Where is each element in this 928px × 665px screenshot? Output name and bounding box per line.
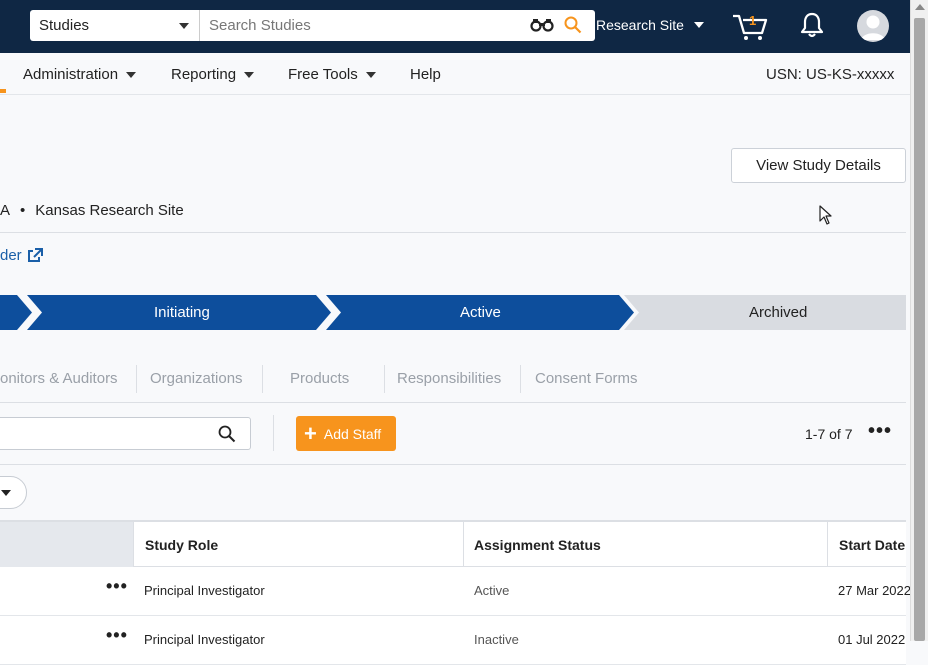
view-study-details-button[interactable]: View Study Details: [731, 148, 906, 183]
add-staff-label: Add Staff: [323, 425, 382, 442]
search-icon[interactable]: [218, 425, 236, 443]
chevron-down-icon: [1, 490, 11, 496]
stage-initiating: Initiating: [154, 304, 210, 321]
nav-item-label: Reporting: [171, 66, 237, 83]
chevron-down-icon: [126, 71, 137, 78]
table-header: Study Role Assignment Status Start Date: [0, 520, 906, 567]
nav-item-help[interactable]: Help: [410, 66, 441, 83]
cell-assignment-status: Active: [474, 583, 510, 598]
staff-filter-input[interactable]: [0, 417, 251, 450]
chevron-down-icon: [693, 22, 704, 28]
binoculars-icon[interactable]: [530, 18, 554, 32]
chevron-down-icon: [365, 71, 376, 78]
separator-dot: •: [20, 202, 26, 219]
column-header-start-date[interactable]: Start Date: [839, 537, 905, 553]
table-header-cell: [0, 522, 133, 567]
tab-consent-forms[interactable]: Consent Forms: [535, 370, 638, 387]
tab-divider: [384, 365, 385, 393]
nav-item-label: Help: [410, 66, 441, 83]
site-selector-label: Research Site: [596, 17, 684, 33]
main-nav: Administration Reporting Free Tools Help…: [0, 53, 910, 95]
bell-icon[interactable]: [800, 12, 824, 38]
cell-start-date: 27 Mar 2022: [838, 583, 911, 598]
divider: [0, 402, 906, 403]
nav-item-free-tools[interactable]: Free Tools: [288, 66, 376, 83]
more-options-icon[interactable]: •••: [868, 421, 892, 441]
cell-study-role: Principal Investigator: [144, 583, 265, 598]
nav-item-administration[interactable]: Administration: [23, 66, 137, 83]
external-link-label: der: [0, 247, 22, 264]
top-bar: Studies Research Site 1: [0, 0, 910, 53]
tab-monitors-auditors[interactable]: onitors & Auditors: [0, 370, 118, 387]
divider: [0, 464, 906, 465]
scrollbar-thumb[interactable]: [914, 18, 925, 641]
search-scope-dropdown[interactable]: Studies: [30, 10, 200, 41]
column-header-assignment-status[interactable]: Assignment Status: [474, 537, 601, 553]
row-actions-icon[interactable]: •••: [106, 577, 128, 595]
tab-divider: [520, 365, 521, 393]
search-icon[interactable]: [564, 16, 582, 34]
study-tabs: onitors & Auditors Organizations Product…: [0, 362, 906, 402]
global-search: Studies: [30, 10, 595, 41]
table-row[interactable]: ••• Principal Investigator Active 27 Mar…: [0, 567, 911, 616]
mouse-cursor-icon: [819, 205, 832, 225]
study-site-prefix: A: [0, 202, 11, 219]
site-selector[interactable]: Research Site: [596, 17, 704, 33]
user-icon: [861, 15, 885, 40]
stage-active: Active: [460, 304, 501, 321]
tab-divider: [136, 365, 137, 393]
cell-assignment-status: Inactive: [474, 632, 519, 647]
nav-item-reporting[interactable]: Reporting: [171, 66, 255, 83]
stage-segment-previous: [0, 295, 32, 330]
pagination-count: 1-7 of 7: [805, 426, 853, 442]
plus-icon: +: [304, 420, 317, 446]
nav-item-label: Free Tools: [288, 66, 358, 83]
stage-archived: Archived: [749, 304, 808, 321]
study-site-line: A • Kansas Research Site: [0, 202, 184, 219]
scroll-up-arrow-icon[interactable]: [915, 4, 925, 10]
avatar[interactable]: [857, 10, 889, 42]
nav-item-label: Administration: [23, 66, 119, 83]
filter-dropdown[interactable]: [0, 476, 27, 509]
cell-study-role: Principal Investigator: [144, 632, 265, 647]
tab-responsibilities[interactable]: Responsibilities: [397, 370, 501, 387]
search-scope-label: Studies: [39, 17, 90, 34]
add-staff-button[interactable]: + Add Staff: [296, 416, 396, 451]
tab-organizations[interactable]: Organizations: [150, 370, 243, 387]
study-site-name: Kansas Research Site: [35, 202, 184, 219]
column-divider: [827, 522, 828, 567]
chevron-down-icon: [244, 71, 255, 78]
active-nav-indicator: [0, 89, 6, 93]
cart-count-badge: 1: [749, 13, 757, 28]
column-divider: [463, 522, 464, 567]
external-link-icon: [27, 248, 43, 262]
chevron-down-icon: [179, 23, 189, 29]
vertical-scrollbar[interactable]: [910, 0, 928, 641]
column-divider: [133, 522, 134, 567]
column-header-study-role[interactable]: Study Role: [145, 537, 218, 553]
divider: [0, 232, 906, 233]
external-link[interactable]: der: [0, 247, 43, 264]
tab-products[interactable]: Products: [290, 370, 349, 387]
toolbar-divider: [273, 415, 274, 451]
cell-start-date: 01 Jul 2022: [838, 632, 906, 647]
tab-divider: [262, 365, 263, 393]
row-actions-icon[interactable]: •••: [106, 626, 128, 644]
usn-label: USN: US-KS-xxxxx: [766, 66, 895, 83]
